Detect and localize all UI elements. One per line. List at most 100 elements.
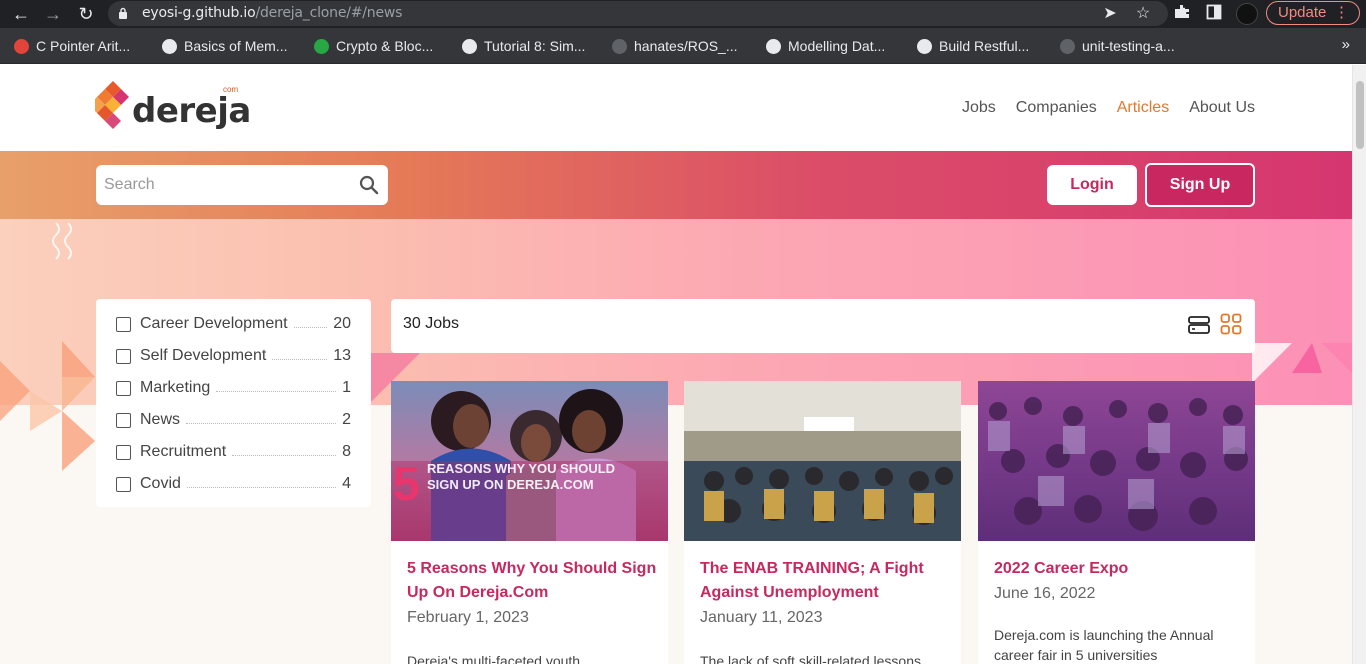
reload-icon[interactable]: ↻ <box>76 4 96 24</box>
scrollbar-thumb[interactable] <box>1356 81 1364 149</box>
logo-text: dereja <box>132 91 251 131</box>
results-toolbar: 30 Jobs <box>391 299 1255 353</box>
dotted-leader <box>186 486 337 488</box>
url-text: eyosi-g.github.io/dereja_clone/#/news <box>142 5 403 21</box>
article-title[interactable]: 5 Reasons Why You Should Sign Up On Dere… <box>407 557 657 605</box>
article-card[interactable]: The ENAB TRAINING; A Fight Against Unemp… <box>684 381 961 664</box>
triangle-right-decoration-icon <box>1252 343 1352 383</box>
bookmark-item[interactable]: Build Restful... <box>917 37 1029 55</box>
bookmark-star-icon[interactable]: ☆ <box>1133 4 1153 24</box>
filter-item[interactable]: News 2 <box>116 409 351 431</box>
forward-arrow-icon[interactable]: → <box>43 4 63 24</box>
filter-item[interactable]: Recruitment 8 <box>116 441 351 463</box>
login-button[interactable]: Login <box>1047 165 1137 205</box>
filter-checkbox[interactable] <box>116 476 131 492</box>
article-card[interactable]: 2022 Career Expo June 16, 2022 Dereja.co… <box>978 381 1255 664</box>
favicon-icon <box>1060 38 1075 54</box>
search-input[interactable] <box>96 165 346 205</box>
grid-view-icon[interactable] <box>1220 313 1242 335</box>
favicon-icon <box>766 38 781 54</box>
favicon-icon <box>612 38 627 54</box>
image-caption-number: 5 <box>393 458 420 511</box>
category-filter-panel: Career Development 20 Self Development 13 Ma… <box>96 299 371 507</box>
filter-count: 4 <box>342 475 351 492</box>
filter-item[interactable]: Self Development 13 <box>116 345 351 367</box>
filter-checkbox[interactable] <box>116 380 131 396</box>
back-arrow-icon[interactable]: ← <box>11 4 31 24</box>
nav-jobs[interactable]: Jobs <box>962 99 996 117</box>
filter-item[interactable]: Marketing 1 <box>116 377 351 399</box>
bookmark-label: Modelling Dat... <box>788 38 886 54</box>
training-room-illustration-icon <box>684 381 961 541</box>
filter-checkbox[interactable] <box>116 412 131 428</box>
more-bookmarks-icon[interactable]: » <box>1342 36 1350 53</box>
signup-button[interactable]: Sign Up <box>1145 163 1255 207</box>
article-excerpt: Dereja's multi-faceted youth <box>407 653 581 664</box>
bookmarks-bar: C Pointer Arit... Basics of Mem... Crypto … <box>0 28 1366 64</box>
bookmark-label: Build Restful... <box>939 38 1030 54</box>
filter-count: 1 <box>342 379 351 396</box>
filter-label: Marketing <box>140 379 211 396</box>
results-count: 30 Jobs <box>403 315 460 332</box>
bookmark-item[interactable]: unit-testing-a... <box>1060 37 1175 55</box>
nav-companies[interactable]: Companies <box>1016 99 1097 117</box>
article-date: January 11, 2023 <box>700 609 823 626</box>
extensions-icon[interactable] <box>1172 4 1192 24</box>
bookmark-item[interactable]: C Pointer Arit... <box>14 37 130 55</box>
dotted-leader <box>232 454 337 456</box>
filter-item[interactable]: Career Development 20 <box>116 313 351 335</box>
filter-label: News <box>140 411 181 428</box>
bookmark-item[interactable]: Tutorial 8: Sim... <box>462 37 585 55</box>
bookmark-label: hanates/ROS_... <box>634 38 738 54</box>
page-scrollbar[interactable] <box>1352 65 1366 664</box>
article-excerpt: Dereja.com is launching the Annual caree… <box>994 627 1214 663</box>
filter-item[interactable]: Covid 4 <box>116 473 351 495</box>
favicon-icon <box>917 38 932 54</box>
filter-checkbox[interactable] <box>116 316 131 332</box>
article-title[interactable]: 2022 Career Expo <box>994 557 1244 581</box>
triangle-pattern-decoration-icon <box>0 341 95 471</box>
profile-avatar[interactable] <box>1236 3 1258 25</box>
dotted-leader <box>272 358 328 360</box>
dereja-logo[interactable]: dereja com <box>95 81 251 133</box>
main-nav: Jobs Companies Articles About Us <box>962 99 1255 117</box>
bookmark-label: Basics of Mem... <box>184 38 288 54</box>
article-card[interactable]: 5 REASONS WHY YOU SHOULD SIGN UP ON DERE… <box>391 381 668 664</box>
menu-dots-icon: ⋮ <box>1334 4 1349 21</box>
bookmark-label: Tutorial 8: Sim... <box>484 38 586 54</box>
bookmark-label: unit-testing-a... <box>1082 38 1175 54</box>
article-image <box>978 381 1255 541</box>
site-header: dereja com Jobs Companies Articles About Us <box>0 65 1352 151</box>
nav-articles[interactable]: Articles <box>1117 99 1169 117</box>
dotted-leader <box>186 422 337 424</box>
image-caption-text: REASONS WHY YOU SHOULD SIGN UP ON DEREJA… <box>427 461 616 492</box>
bookmark-item[interactable]: Crypto & Bloc... <box>314 37 433 55</box>
lock-icon <box>119 7 127 19</box>
list-view-icon[interactable] <box>1187 313 1211 337</box>
filter-label: Covid <box>140 475 181 492</box>
bookmark-item[interactable]: Modelling Dat... <box>766 37 885 55</box>
update-button[interactable]: Update ⋮ <box>1266 1 1360 25</box>
bookmark-label: Crypto & Bloc... <box>336 38 434 54</box>
filter-checkbox[interactable] <box>116 444 131 460</box>
search-band: Login Sign Up <box>0 151 1352 219</box>
filter-label: Self Development <box>140 347 267 364</box>
favicon-icon <box>14 38 29 54</box>
filter-count: 20 <box>333 315 351 332</box>
nav-about-us[interactable]: About Us <box>1189 99 1255 117</box>
bookmark-item[interactable]: Basics of Mem... <box>162 37 287 55</box>
browser-toolbar: ← → ↻ eyosi-g.github.io/dereja_clone/#/n… <box>0 0 1366 28</box>
side-panel-icon[interactable] <box>1204 4 1224 24</box>
filter-count: 13 <box>333 347 351 364</box>
filter-count: 2 <box>342 411 351 428</box>
send-tab-icon[interactable]: ➤ <box>1100 4 1120 24</box>
article-title[interactable]: The ENAB TRAINING; A Fight Against Unemp… <box>700 557 950 605</box>
bookmark-item[interactable]: hanates/ROS_... <box>612 37 738 55</box>
address-bar[interactable]: eyosi-g.github.io/dereja_clone/#/news <box>108 1 1168 26</box>
article-date: June 16, 2022 <box>994 585 1096 602</box>
search-icon[interactable] <box>359 175 379 195</box>
favicon-icon <box>162 38 177 54</box>
favicon-icon <box>462 38 477 54</box>
article-date: February 1, 2023 <box>407 609 529 626</box>
filter-checkbox[interactable] <box>116 348 131 364</box>
